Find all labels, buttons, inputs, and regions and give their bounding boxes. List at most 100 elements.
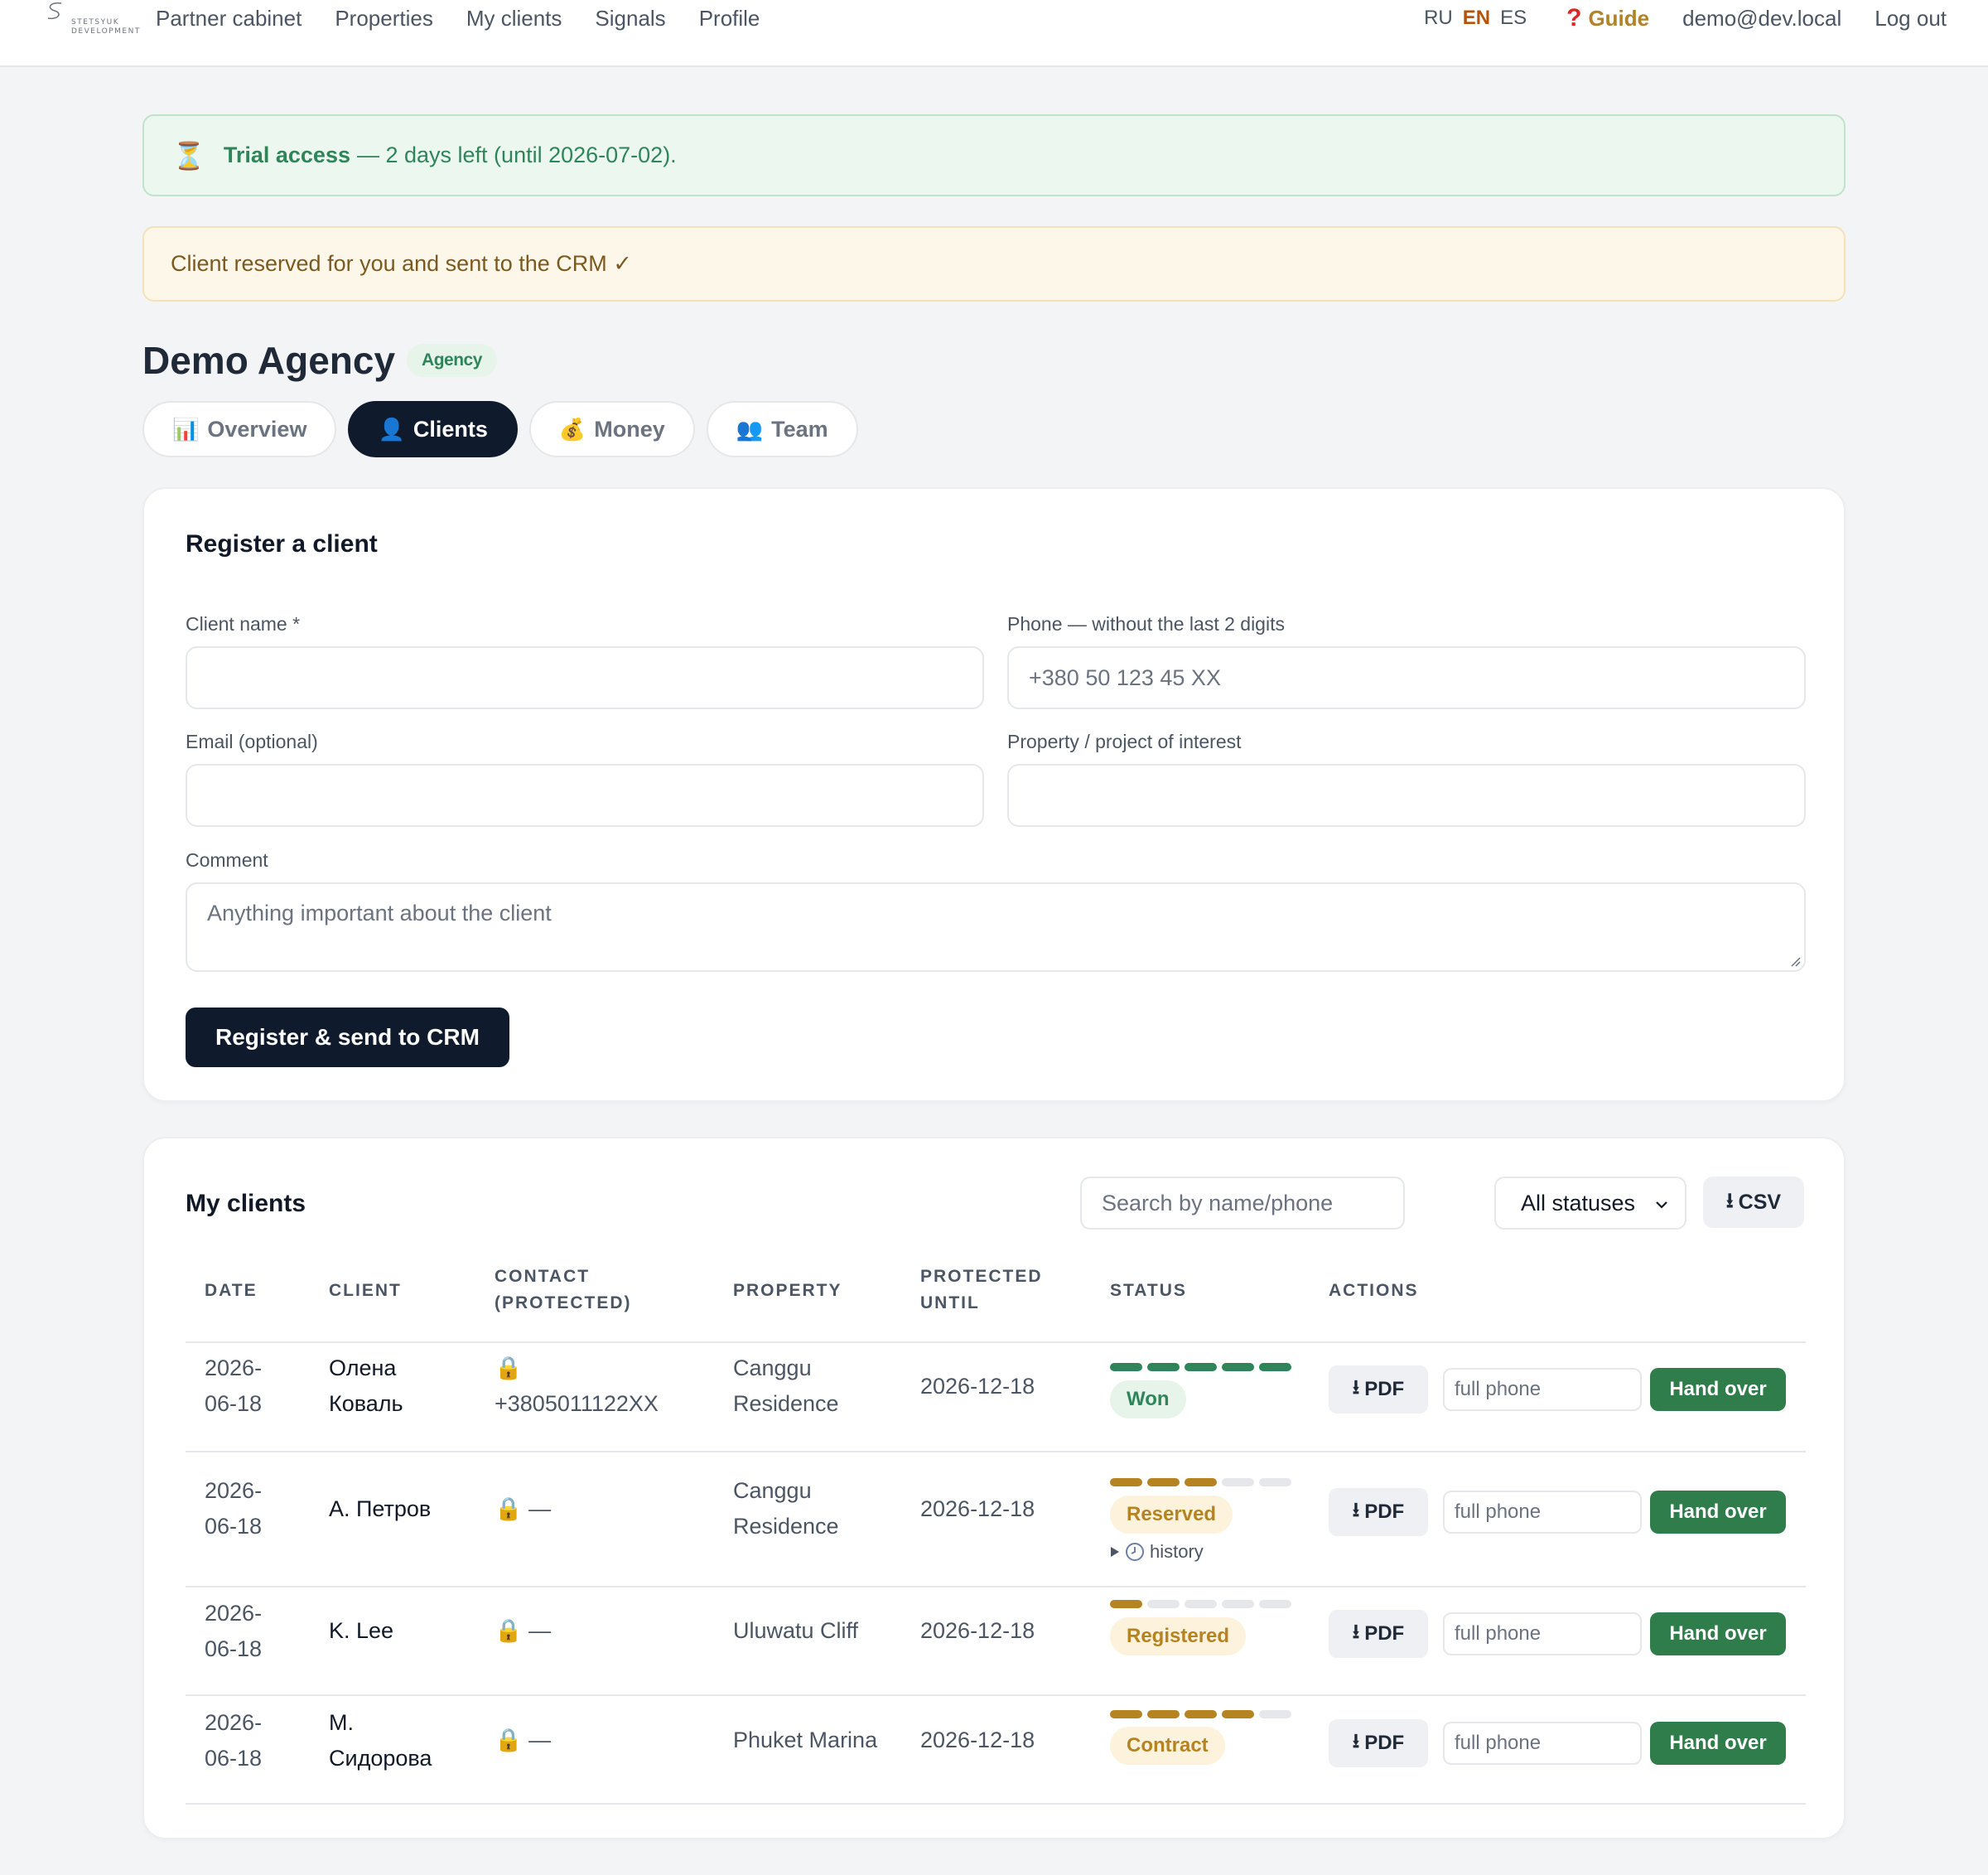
- tab-overview[interactable]: 📊 Overview: [142, 401, 337, 457]
- tab-team[interactable]: 👥 Team: [706, 401, 858, 457]
- register-submit-button[interactable]: Register & send to CRM: [186, 1008, 509, 1067]
- pdf-button[interactable]: ⭳ PDF: [1329, 1488, 1428, 1536]
- contact-value: —: [528, 1496, 552, 1521]
- col-contact-line2: (PROTECTED): [495, 1293, 632, 1312]
- email-input[interactable]: [186, 764, 984, 827]
- phone-label: Phone — without the last 2 digits: [1007, 613, 1285, 635]
- full-phone-input[interactable]: full phone: [1443, 1491, 1642, 1534]
- nav-properties[interactable]: Properties: [335, 5, 433, 31]
- date-line1: 2026-: [205, 1710, 263, 1735]
- pdf-label: PDF: [1364, 1622, 1405, 1645]
- hand-over-button[interactable]: Hand over: [1650, 1612, 1786, 1655]
- lang-ru[interactable]: RU: [1424, 5, 1453, 31]
- phone-input[interactable]: +380 50 123 45 XX: [1007, 646, 1806, 709]
- logo[interactable]: STETSYUK DEVELOPMENT: [43, 0, 139, 40]
- tab-clients[interactable]: 👤 Clients: [348, 401, 518, 457]
- progress-step: [1222, 1710, 1254, 1718]
- trial-text: — 2 days left (until 2026-07-02).: [356, 143, 677, 167]
- contact-value: +3805011122XX: [495, 1391, 659, 1416]
- progress-step: [1259, 1710, 1291, 1718]
- row-protected-until: 2026-12-18: [920, 1728, 1035, 1752]
- progress-step: [1110, 1363, 1142, 1371]
- col-actions: ACTIONS: [1329, 1281, 1419, 1300]
- reserved-alert: Client reserved for you and sent to the …: [142, 226, 1846, 302]
- progress-step: [1222, 1363, 1254, 1371]
- tab-money[interactable]: 💰 Money: [528, 401, 695, 457]
- guide-link[interactable]: ? Guide: [1566, 5, 1649, 31]
- date-line1: 2026-: [205, 1601, 263, 1626]
- full-phone-input[interactable]: full phone: [1443, 1368, 1642, 1411]
- csv-label: CSV: [1738, 1190, 1782, 1214]
- hand-over-button[interactable]: Hand over: [1650, 1491, 1786, 1534]
- lock-icon: 🔒: [495, 1356, 523, 1380]
- nav-my-clients[interactable]: My clients: [466, 5, 562, 31]
- logout-link[interactable]: Log out: [1875, 5, 1947, 31]
- download-icon: ⭳: [1352, 1729, 1360, 1752]
- email-label: Email (optional): [186, 731, 318, 752]
- trial-alert: ⏳ Trial access — 2 days left (until 2026…: [142, 114, 1846, 196]
- row-divider: [186, 1451, 1806, 1452]
- col-protected-until: PROTECTED UNTIL: [920, 1264, 1043, 1317]
- property-input[interactable]: [1007, 764, 1806, 827]
- row-divider: [186, 1586, 1806, 1587]
- progress-step: [1185, 1600, 1217, 1608]
- full-phone-input[interactable]: full phone: [1443, 1722, 1642, 1765]
- register-title: Register a client: [186, 530, 378, 558]
- lang-en[interactable]: EN: [1463, 5, 1490, 31]
- row-client: М. Сидорова: [329, 1705, 432, 1776]
- trial-title: Trial access: [223, 143, 350, 167]
- row-contact: 🔒 —: [495, 1613, 551, 1649]
- col-contact: CONTACT (PROTECTED): [495, 1264, 632, 1317]
- client-search-input[interactable]: Search by name/phone: [1080, 1177, 1405, 1230]
- my-clients-card: My clients Search by name/phone All stat…: [142, 1137, 1846, 1839]
- pdf-button[interactable]: ⭳ PDF: [1329, 1610, 1428, 1658]
- nav-signals[interactable]: Signals: [595, 5, 665, 31]
- pdf-button[interactable]: ⭳ PDF: [1329, 1365, 1428, 1413]
- hand-over-button[interactable]: Hand over: [1650, 1368, 1786, 1411]
- status-filter-value: All statuses: [1521, 1190, 1636, 1215]
- tab-label: Clients: [413, 416, 488, 442]
- row-contact: 🔒 —: [495, 1723, 551, 1758]
- contact-value: —: [528, 1728, 552, 1752]
- date-line2: 06-18: [205, 1391, 263, 1416]
- lang-es[interactable]: ES: [1500, 5, 1527, 31]
- client-name-input[interactable]: [186, 646, 984, 709]
- right-nav: RU EN ES ? Guide demo@dev.local Log out: [1424, 5, 1947, 31]
- pdf-button[interactable]: ⭳ PDF: [1329, 1719, 1428, 1767]
- page-title: Demo Agency: [142, 339, 396, 382]
- lock-icon: 🔒: [495, 1618, 523, 1643]
- row-date: 2026- 06-18: [205, 1596, 262, 1667]
- progress-step: [1147, 1478, 1180, 1486]
- row-divider: [186, 1803, 1806, 1805]
- pdf-label: PDF: [1364, 1732, 1405, 1754]
- row-protected-until: 2026-12-18: [920, 1374, 1035, 1399]
- col-client: CLIENT: [329, 1281, 402, 1300]
- hourglass-icon: ⏳: [172, 140, 205, 171]
- main-content: ⏳ Trial access — 2 days left (until 2026…: [142, 114, 1846, 1839]
- status-progress: [1110, 1710, 1291, 1718]
- col-status: STATUS: [1110, 1281, 1187, 1300]
- row-contact: 🔒 —: [495, 1491, 551, 1527]
- client-line2: Сидорова: [329, 1746, 432, 1771]
- comment-textarea[interactable]: Anything important about the client: [186, 882, 1806, 972]
- triangle-right-icon: [1111, 1547, 1119, 1557]
- full-phone-input[interactable]: full phone: [1443, 1612, 1642, 1655]
- date-line2: 06-18: [205, 1514, 263, 1539]
- main-nav: Partner cabinet Properties My clients Si…: [156, 5, 760, 31]
- progress-step: [1147, 1363, 1180, 1371]
- lock-icon: 🔒: [495, 1496, 523, 1521]
- nav-profile[interactable]: Profile: [699, 5, 760, 31]
- resize-handle-icon[interactable]: [1789, 955, 1801, 967]
- property-line1: Canggu: [733, 1478, 812, 1503]
- history-toggle[interactable]: history: [1110, 1541, 1204, 1563]
- hand-over-button[interactable]: Hand over: [1650, 1722, 1786, 1765]
- nav-partner-cabinet[interactable]: Partner cabinet: [156, 5, 302, 31]
- date-line2: 06-18: [205, 1636, 263, 1661]
- status-progress: [1110, 1478, 1291, 1486]
- status-badge: Reserved: [1110, 1496, 1233, 1534]
- tab-label: Money: [594, 416, 665, 442]
- status-filter-select[interactable]: All statuses: [1494, 1177, 1686, 1230]
- client-line2: Коваль: [329, 1391, 403, 1416]
- date-line2: 06-18: [205, 1746, 263, 1771]
- csv-export-button[interactable]: ⭳ CSV: [1703, 1177, 1804, 1228]
